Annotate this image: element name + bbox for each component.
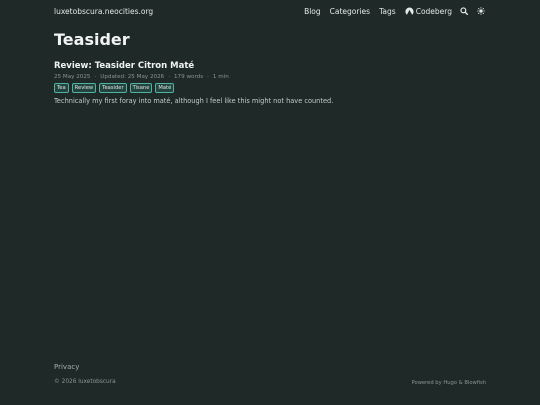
site-title-link[interactable]: luxetobscura.neocities.org bbox=[54, 7, 153, 16]
nav-tags-link[interactable]: Tags bbox=[379, 7, 396, 16]
sun-icon[interactable] bbox=[476, 6, 486, 16]
meta-separator: · bbox=[168, 74, 170, 80]
page-title: Teasider bbox=[54, 30, 130, 49]
nav-codeberg-label: Codeberg bbox=[415, 6, 452, 16]
word-count: 179 words bbox=[174, 74, 204, 80]
meta-separator: · bbox=[94, 74, 97, 80]
read-time: 1 min bbox=[212, 74, 229, 80]
tag-badge[interactable]: Teasider bbox=[99, 83, 127, 93]
nav-blog-link[interactable]: Blog bbox=[304, 7, 321, 16]
article-summary: Technically my first foray into maté, al… bbox=[54, 97, 334, 105]
privacy-link[interactable]: Privacy bbox=[54, 363, 79, 371]
nav-categories-link[interactable]: Categories bbox=[330, 7, 370, 16]
search-icon[interactable] bbox=[459, 6, 469, 16]
tag-list: Tea Review Teasider Tisane Maté bbox=[54, 83, 484, 93]
nav-codeberg-link[interactable]: Codeberg bbox=[405, 7, 452, 16]
tag-badge[interactable]: Tisane bbox=[129, 83, 153, 93]
article-card: Review: Teasider Citron Maté 25 May 2025… bbox=[54, 61, 484, 105]
updated-date: Updated: 25 May 2026 bbox=[100, 74, 165, 80]
published-date: 25 May 2025 bbox=[54, 74, 91, 80]
article-meta: 25 May 2025 · Updated: 25 May 2026 · 179… bbox=[54, 74, 484, 80]
meta-separator: · bbox=[207, 74, 209, 80]
page: luxetobscura.neocities.org Blog Categori… bbox=[0, 0, 540, 405]
tag-badge[interactable]: Tea bbox=[54, 83, 69, 93]
codeberg-icon bbox=[405, 6, 414, 16]
main-nav: Blog Categories Tags Codeberg bbox=[295, 6, 486, 16]
article-title-link[interactable]: Review: Teasider Citron Maté bbox=[54, 61, 484, 71]
tag-badge[interactable]: Maté bbox=[155, 83, 175, 93]
tag-badge[interactable]: Review bbox=[71, 83, 97, 93]
powered-by-text: Powered by Hugo & Blowfish bbox=[411, 380, 486, 386]
site-header: luxetobscura.neocities.org Blog Categori… bbox=[54, 0, 486, 22]
copyright-text: © 2026 luxetobscura bbox=[54, 379, 116, 385]
